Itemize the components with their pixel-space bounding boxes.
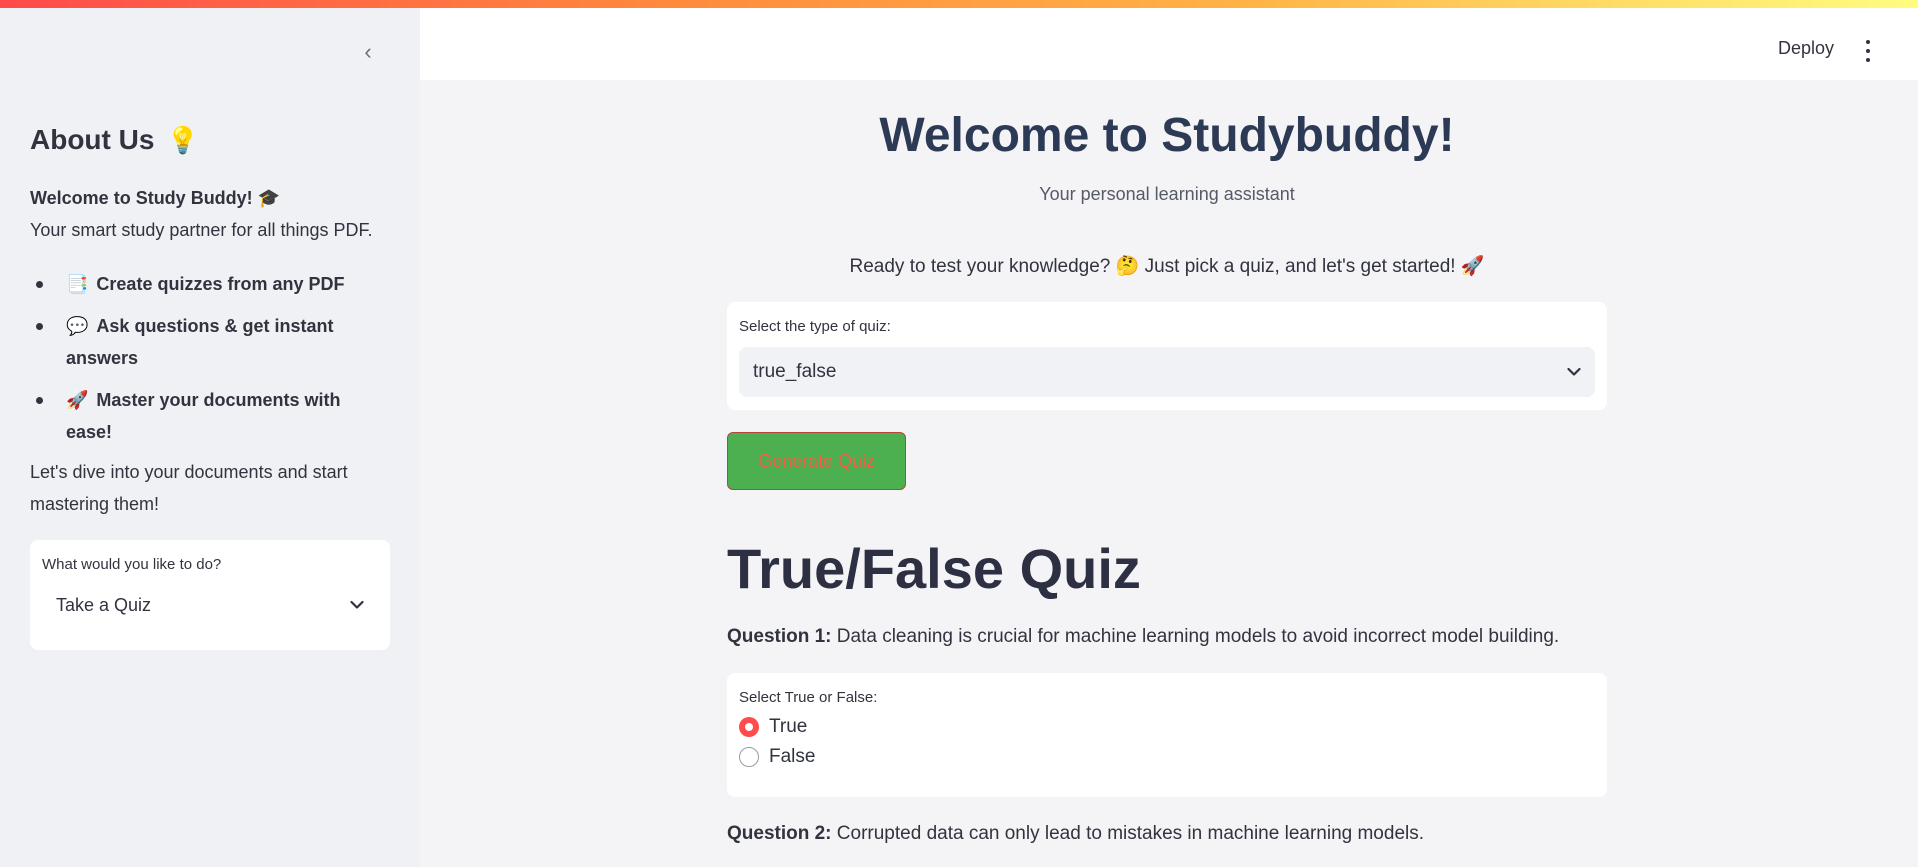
radio-selected-icon: [739, 717, 759, 737]
list-item: 💬 Ask questions & get instant answers: [30, 310, 390, 374]
action-select[interactable]: Take a Quiz: [42, 583, 378, 627]
feature-list: 📑 Create quizzes from any PDF 💬 Ask questi…: [30, 268, 390, 458]
rocket-icon: 🚀: [66, 390, 89, 410]
question-1-text: Data cleaning is crucial for machine lea…: [836, 626, 1560, 647]
radio-option-label: True: [769, 716, 808, 737]
lightbulb-icon: 💡: [166, 124, 199, 155]
action-select-label: What would you like to do?: [42, 556, 222, 573]
feature-text: Create quizzes from any PDF: [96, 274, 345, 294]
chevron-down-icon: [350, 597, 364, 613]
radio-option-false[interactable]: False: [739, 746, 1595, 768]
radio-option-true[interactable]: True: [739, 716, 1595, 738]
action-select-card: What would you like to do? Take a Quiz: [30, 540, 390, 650]
question-2-prefix: Question 2:: [727, 823, 832, 844]
dive-text: Let's dive into your documents and start…: [30, 462, 348, 514]
quiz-heading: True/False Quiz: [727, 537, 1141, 600]
quiz-type-select[interactable]: true_false: [739, 347, 1595, 397]
intro-text: Ready to test your knowledge? 🤔 Just pic…: [849, 256, 1485, 277]
feature-text: Master your documents with ease!: [66, 390, 341, 442]
speech-bubble-icon: 💬: [66, 316, 89, 336]
quiz-type-card: Select the type of quiz: true_false: [727, 302, 1607, 410]
radio-option-label: False: [769, 746, 816, 767]
partner-line: Your smart study partner for all things …: [30, 220, 373, 240]
generate-quiz-button[interactable]: Generate Quiz: [727, 432, 906, 490]
about-us-heading: About Us 💡: [30, 124, 199, 156]
document-icon: 📑: [66, 274, 89, 294]
about-us-title: About Us: [30, 124, 155, 155]
feature-text: Ask questions & get instant answers: [66, 316, 334, 368]
question-2-text: Corrupted data can only lead to mistakes…: [836, 823, 1425, 844]
page-title: Welcome to Studybuddy!: [879, 109, 1455, 162]
radio-unselected-icon: [739, 747, 759, 767]
deploy-button[interactable]: Deploy: [1778, 38, 1834, 59]
answer-label: Select True or False:: [739, 689, 878, 706]
chevron-left-icon[interactable]: ‹: [354, 38, 382, 66]
action-select-value: Take a Quiz: [56, 594, 152, 615]
more-options-icon[interactable]: [1858, 40, 1878, 62]
question-2: Question 2: Corrupted data can only lead…: [727, 823, 1424, 845]
quiz-type-label: Select the type of quiz:: [739, 318, 891, 335]
sidebar: ‹ About Us 💡 Welcome to Study Buddy! 🎓 Y…: [0, 0, 420, 867]
app-header: Deploy: [420, 0, 1918, 80]
top-decoration-stripe: [0, 0, 1918, 8]
list-item: 🚀 Master your documents with ease!: [30, 384, 390, 448]
quiz-type-value: true_false: [753, 361, 837, 382]
question-1: Question 1: Data cleaning is crucial for…: [727, 626, 1559, 648]
chevron-down-icon: [1567, 364, 1581, 380]
question-1-prefix: Question 1:: [727, 626, 832, 647]
question-1-answer-card: Select True or False: True False: [727, 673, 1607, 797]
welcome-line: Welcome to Study Buddy! 🎓: [30, 188, 281, 208]
list-item: 📑 Create quizzes from any PDF: [30, 268, 390, 300]
page-subtitle: Your personal learning assistant: [1039, 184, 1295, 204]
